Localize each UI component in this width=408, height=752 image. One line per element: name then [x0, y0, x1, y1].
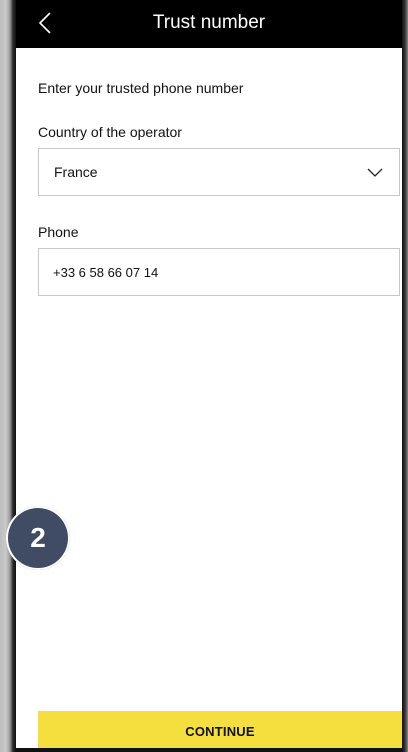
back-button[interactable]: [30, 6, 60, 40]
page-title: Trust number: [152, 12, 266, 33]
device-frame-bottom: [16, 748, 402, 752]
phone-label: Phone: [38, 224, 79, 240]
chevron-down-icon: [367, 168, 383, 177]
device-frame-right: [402, 0, 408, 752]
device-frame-left: [0, 0, 16, 752]
country-select[interactable]: France: [38, 148, 400, 196]
phone-input[interactable]: [38, 248, 400, 296]
step-number-badge: 2: [6, 506, 70, 570]
chevron-left-icon: [38, 12, 51, 34]
country-selected-value: France: [54, 164, 98, 180]
top-bar: Trust number: [16, 0, 402, 48]
instruction-text: Enter your trusted phone number: [38, 80, 244, 96]
phone-screen: Trust number Enter your trusted phone nu…: [16, 0, 402, 748]
continue-button[interactable]: CONTINUE: [38, 711, 402, 748]
country-label: Country of the operator: [38, 124, 182, 140]
